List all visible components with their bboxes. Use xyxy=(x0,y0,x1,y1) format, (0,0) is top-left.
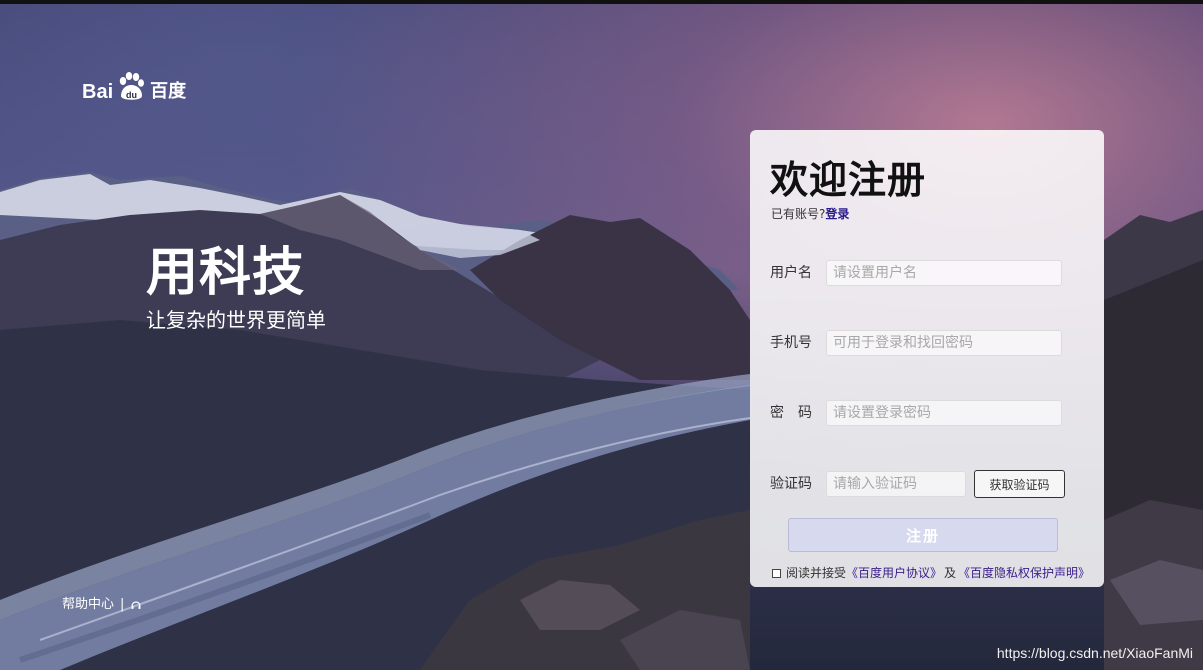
username-label: 用户名 xyxy=(770,265,812,281)
verify-code-row: 验证码 获取验证码 xyxy=(770,470,1065,498)
baidu-logo[interactable]: Bai du 百度 xyxy=(82,70,186,104)
have-account-text: 已有账号?登录 xyxy=(771,206,849,222)
logo-text-paw: du xyxy=(126,90,137,100)
phone-row: 手机号 xyxy=(770,330,1062,356)
help-center-link[interactable]: 帮助中心 xyxy=(62,596,114,614)
get-code-button[interactable]: 获取验证码 xyxy=(974,470,1065,498)
logo-text-chinese: 百度 xyxy=(150,81,187,102)
agree-checkbox[interactable] xyxy=(772,568,781,578)
paw-icon: du xyxy=(119,72,145,100)
phone-input[interactable] xyxy=(826,330,1062,356)
username-row: 用户名 xyxy=(770,260,1062,286)
username-input[interactable] xyxy=(826,260,1062,286)
register-title: 欢迎注册 xyxy=(770,158,927,202)
help-separator: | xyxy=(120,597,125,612)
have-account-label: 已有账号? xyxy=(771,207,826,221)
verify-code-input[interactable] xyxy=(826,471,966,497)
password-row: 密 码 xyxy=(770,400,1062,426)
register-submit-button[interactable]: 注册 xyxy=(788,518,1058,552)
phone-label: 手机号 xyxy=(770,335,812,351)
slogan-subtitle: 让复杂的世界更简单 xyxy=(146,308,326,332)
user-agreement-link[interactable]: 《百度用户协议》 xyxy=(846,565,942,581)
privacy-link[interactable]: 《百度隐私权保护声明》 xyxy=(958,565,1090,581)
help-footer: 帮助中心 | xyxy=(62,596,142,614)
watermark-text: https://blog.csdn.net/XiaoFanMi xyxy=(996,645,1193,661)
password-input[interactable] xyxy=(826,400,1062,426)
headset-icon[interactable] xyxy=(130,599,142,611)
login-link[interactable]: 登录 xyxy=(825,207,849,221)
slogan-title: 用科技 xyxy=(146,243,306,303)
register-panel: 欢迎注册 已有账号?登录 用户名 手机号 密 码 验证码 获取验证码 注册 阅读… xyxy=(750,130,1104,587)
top-bar xyxy=(0,0,1203,4)
agree-prefix: 阅读并接受 xyxy=(786,566,847,580)
logo-text-left: Bai xyxy=(82,81,114,103)
agreement-row: 阅读并接受 《百度用户协议》 及 《百度隐私权保护声明》 xyxy=(772,565,1090,581)
agree-and: 及 xyxy=(944,566,957,580)
verify-code-label: 验证码 xyxy=(770,476,812,492)
password-label: 密 码 xyxy=(770,405,812,421)
register-page: Bai du 百度 用科技 让复杂的世界更简单 帮助中心 | 欢迎注册 已有账号… xyxy=(0,0,1203,670)
